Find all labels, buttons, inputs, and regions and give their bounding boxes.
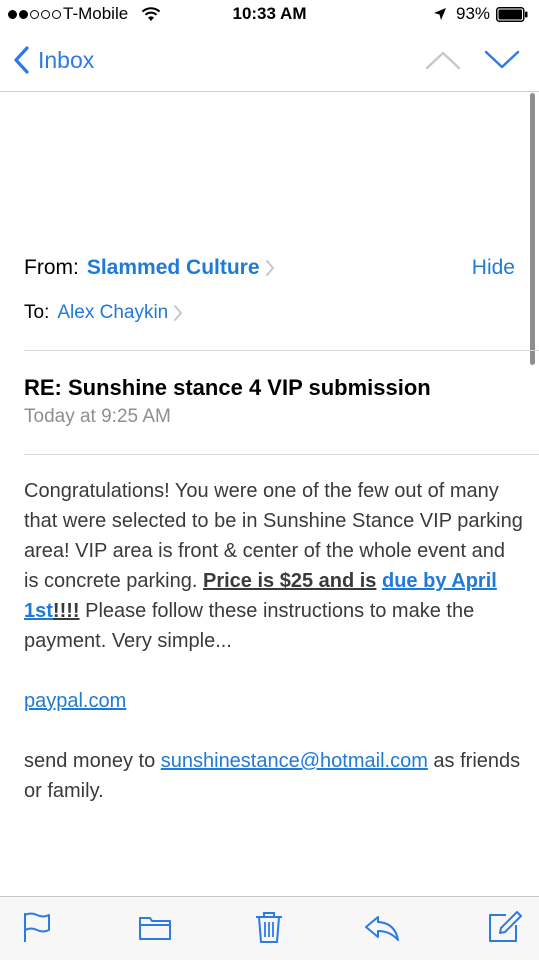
sender-name-link[interactable]: Slammed Culture: [87, 256, 260, 280]
subject-line: RE: Sunshine stance 4 VIP submission: [24, 375, 431, 400]
message-body: Congratulations! You were one of the few…: [24, 476, 524, 806]
from-row: From: Slammed Culture: [24, 256, 276, 280]
body-paragraph: Congratulations! You were one of the few…: [24, 476, 524, 656]
send-prefix-text: send money to: [24, 750, 161, 772]
reply-icon[interactable]: [364, 909, 400, 945]
next-message-chevron-down-icon[interactable]: [483, 48, 521, 72]
hide-details-button[interactable]: Hide: [472, 256, 515, 280]
back-to-inbox-button[interactable]: Inbox: [10, 42, 94, 78]
price-text: Price is $25 and is: [202, 570, 377, 592]
paypal-link[interactable]: paypal.com: [24, 690, 126, 712]
to-label: To:: [24, 302, 50, 323]
chevron-right-icon: [265, 260, 274, 276]
divider: [24, 454, 539, 455]
instructions-text: Please follow these instructions to make…: [24, 600, 475, 652]
folder-icon[interactable]: [137, 909, 173, 945]
message-date: Today at 9:25 AM: [24, 406, 171, 427]
exclaim-text: !!!!: [52, 600, 80, 622]
previous-message-chevron-up-icon[interactable]: [424, 48, 462, 72]
status-bar: T-Mobile 10:33 AM 93%: [0, 0, 539, 30]
location-arrow-icon: [434, 8, 446, 20]
flag-icon[interactable]: [18, 909, 54, 945]
chevron-left-icon: [14, 46, 29, 74]
to-row: To: Alex Chaykin: [24, 302, 184, 324]
divider: [24, 350, 539, 351]
scroll-indicator[interactable]: [530, 93, 535, 365]
recipient-name-link[interactable]: Alex Chaykin: [57, 302, 168, 324]
from-label: From:: [24, 256, 79, 279]
battery-icon: [496, 7, 528, 22]
compose-icon[interactable]: [486, 909, 522, 945]
chevron-right-icon: [174, 305, 183, 321]
trash-icon[interactable]: [251, 909, 287, 945]
send-money-paragraph: send money to sunshinestance@hotmail.com…: [24, 746, 524, 806]
battery-percentage: 93%: [456, 4, 491, 23]
bottom-toolbar: [0, 896, 539, 960]
navigation-bar: Inbox: [0, 30, 539, 92]
back-label: Inbox: [38, 46, 95, 73]
email-link[interactable]: sunshinestance@hotmail.com: [161, 750, 428, 772]
